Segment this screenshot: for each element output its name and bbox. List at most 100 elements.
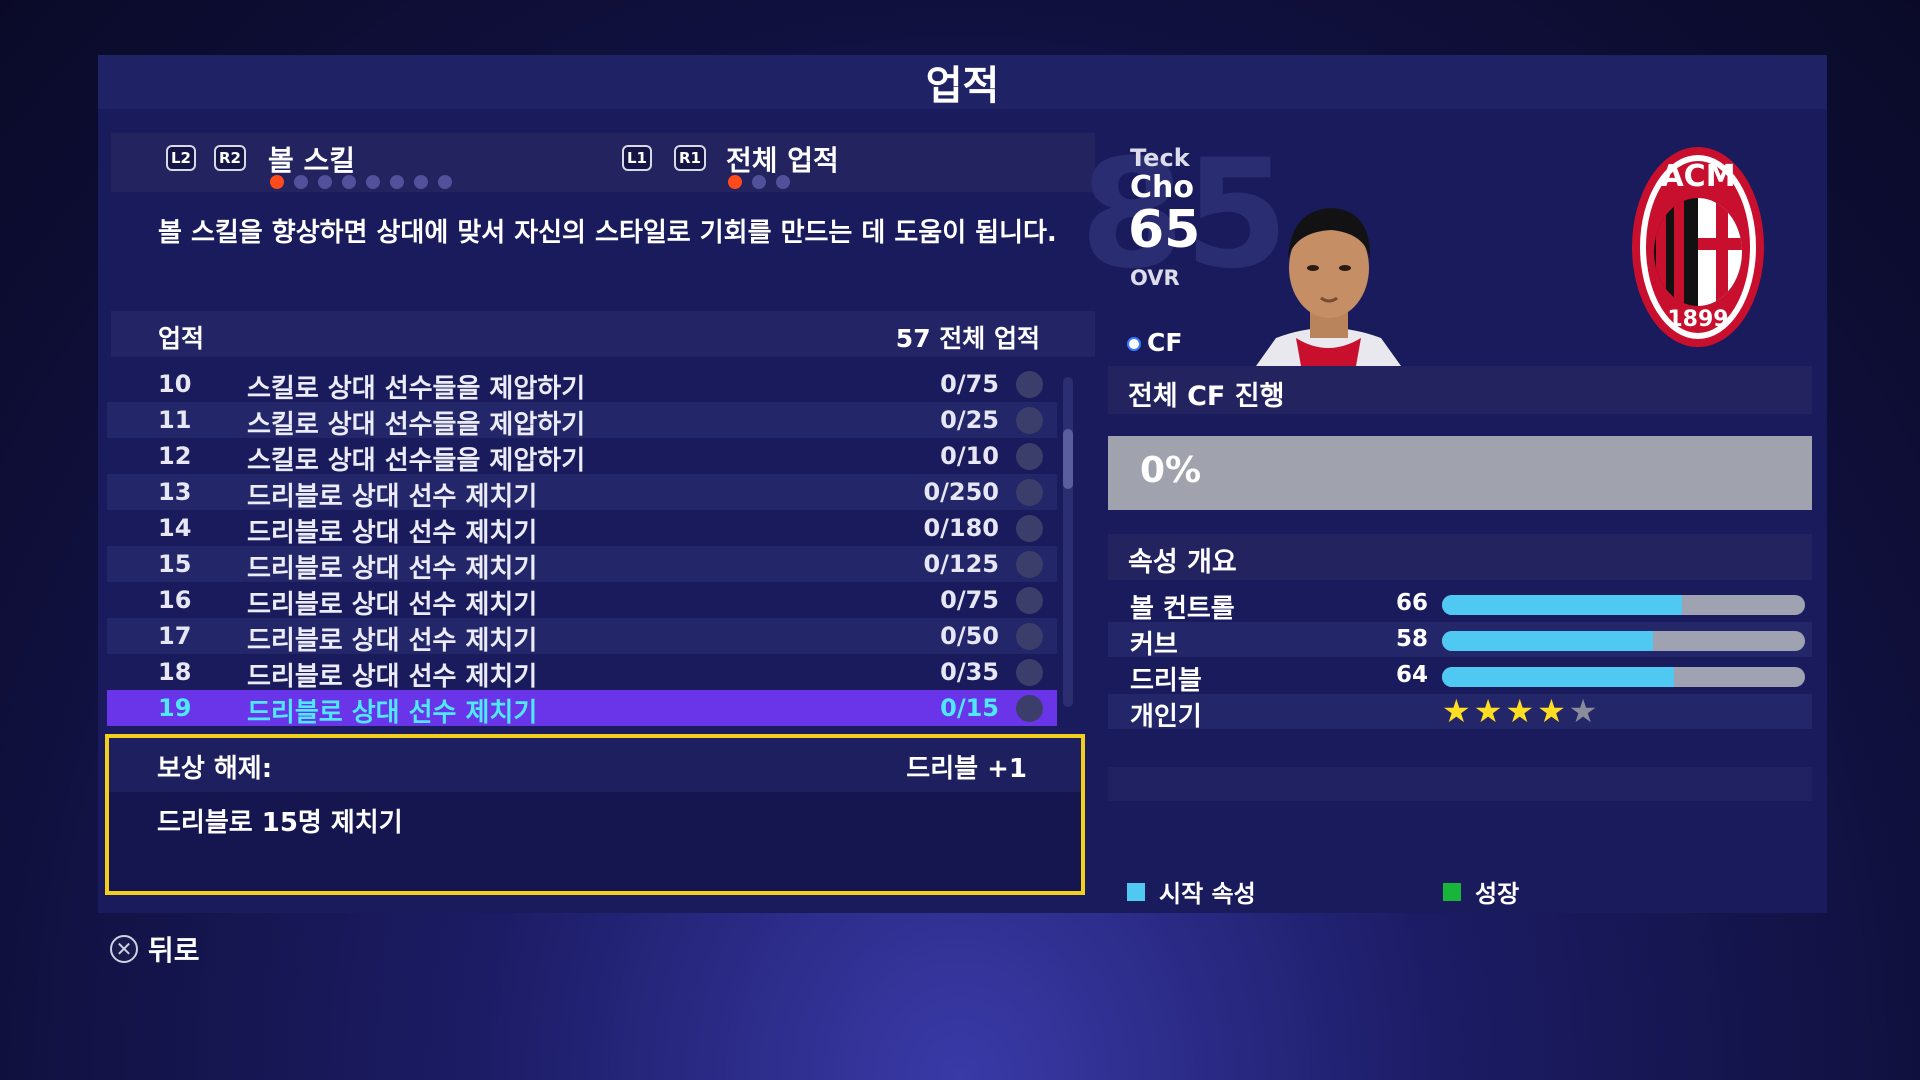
list-scrollbar[interactable]	[1063, 377, 1073, 707]
attribute-name: 드리블	[1130, 666, 1202, 696]
page-title: 업적	[925, 63, 1000, 109]
completion-indicator-icon	[1016, 371, 1043, 398]
achievement-name: 드리블로 상대 선수 제치기	[247, 554, 538, 584]
achievement-number: 13	[158, 478, 192, 506]
attribute-bar	[1442, 631, 1805, 651]
category-description: 볼 스킬을 향상하면 상대에 맞서 자신의 스타일로 기회를 만드는 데 도움이…	[158, 218, 1057, 248]
achievement-progress: 0/15	[940, 694, 999, 722]
ovr-label: OVR	[1130, 266, 1180, 290]
achievement-list: 10 스킬로 상대 선수들을 제압하기 0/75 11 스킬로 상대 선수들을 제압하기…	[107, 366, 1057, 728]
completion-indicator-icon	[1016, 587, 1043, 614]
popularity-row: 개인기 ★ ★ ★ ★ ★	[1108, 694, 1812, 732]
growth-swatch	[1443, 882, 1461, 901]
progress-section-header: 전체 CF 진행	[1108, 366, 1812, 414]
tab-all-achievements[interactable]: 전체 업적	[726, 139, 839, 179]
achievement-name: 스킬로 상대 선수들을 제압하기	[247, 374, 586, 404]
attribute-value: 64	[1396, 662, 1429, 688]
popularity-stars: ★ ★ ★ ★ ★	[1442, 695, 1597, 727]
achievement-row[interactable]: 17 드리블로 상대 선수 제치기 0/50	[107, 618, 1057, 656]
achievement-progress: 0/25	[940, 406, 999, 434]
completion-indicator-icon	[1016, 659, 1043, 686]
reward-label: 보상 해제:	[157, 754, 273, 784]
page-dot-icon	[342, 175, 356, 189]
achievement-progress: 0/10	[940, 442, 999, 470]
star-icon: ★	[1568, 692, 1598, 730]
r1-button-icon[interactable]: R1	[674, 145, 706, 171]
player-ovr: 65	[1128, 200, 1201, 260]
progress-title: 전체 CF 진행	[1128, 381, 1285, 412]
completion-indicator-icon	[1016, 443, 1043, 470]
achievement-name: 드리블로 상대 선수 제치기	[247, 590, 538, 620]
achievement-row[interactable]: 14 드리블로 상대 선수 제치기 0/180	[107, 510, 1057, 548]
achievement-row[interactable]: 10 스킬로 상대 선수들을 제압하기 0/75	[107, 366, 1057, 404]
tab-ball-skills[interactable]: 볼 스킬	[268, 139, 355, 179]
attribute-bar	[1442, 667, 1805, 687]
legend-start-attributes: 시작 속성	[1127, 874, 1256, 909]
attribute-value: 58	[1396, 626, 1429, 652]
achievement-name: 스킬로 상대 선수들을 제압하기	[247, 410, 586, 440]
attribute-row: 드리블 64	[1108, 658, 1812, 696]
attribute-row: 커브 58	[1108, 622, 1812, 660]
completion-indicator-icon	[1016, 515, 1043, 542]
player-position: CF	[1147, 328, 1183, 357]
attribute-row: 볼 컨트롤 66	[1108, 586, 1812, 624]
page-dot-icon	[318, 175, 332, 189]
completion-indicator-icon	[1016, 695, 1043, 722]
achievement-progress: 0/75	[940, 586, 999, 614]
legend-growth: 성장	[1443, 874, 1519, 909]
achievement-number: 19	[158, 694, 192, 722]
achievement-row[interactable]: 13 드리블로 상대 선수 제치기 0/250	[107, 474, 1057, 512]
achievement-name: 드리블로 상대 선수 제치기	[247, 626, 538, 656]
page-dot-icon	[390, 175, 404, 189]
reward-description: 드리블로 15명 제치기	[157, 808, 403, 838]
club-badge-year: 1899	[1667, 307, 1728, 332]
achievement-number: 17	[158, 622, 192, 650]
club-badge-letters: ACM	[1660, 159, 1735, 194]
page-dot-icon	[294, 175, 308, 189]
attribute-bar-fill	[1442, 595, 1682, 615]
star-icon: ★	[1537, 692, 1566, 730]
achievement-number: 10	[158, 370, 192, 398]
achievement-progress: 0/250	[923, 478, 999, 506]
attribute-name: 커브	[1130, 630, 1178, 660]
category-tabs: L2 R2 볼 스킬 L1 R1 전체 업적	[111, 133, 1095, 192]
cross-button-icon[interactable]: ✕	[110, 935, 138, 963]
l1-button-icon[interactable]: L1	[622, 145, 652, 171]
page-dot-icon	[414, 175, 428, 189]
page-dot-icon	[776, 175, 790, 189]
achievement-name: 드리블로 상대 선수 제치기	[247, 482, 538, 512]
attribute-bar-fill	[1442, 631, 1653, 651]
star-icon: ★	[1505, 692, 1535, 730]
attributes-section-header: 속성 개요	[1108, 534, 1812, 580]
attributes-title: 속성 개요	[1128, 547, 1237, 578]
achievement-row[interactable]: 12 스킬로 상대 선수들을 제압하기 0/10	[107, 438, 1057, 476]
scrollbar-thumb[interactable]	[1063, 429, 1073, 489]
back-button[interactable]: ✕ 뒤로	[110, 929, 200, 969]
page-dot-icon	[728, 175, 742, 189]
achievement-row[interactable]: 18 드리블로 상대 선수 제치기 0/35	[107, 654, 1057, 692]
achievement-name: 드리블로 상대 선수 제치기	[247, 698, 538, 728]
player-portrait	[1256, 208, 1401, 366]
star-icon: ★	[1442, 692, 1471, 730]
title-bar: 업적	[98, 55, 1827, 109]
reward-value: 드리블 +1	[906, 754, 1027, 784]
achievement-row[interactable]: 16 드리블로 상대 선수 제치기 0/75	[107, 582, 1057, 620]
attribute-name: 볼 컨트롤	[1130, 594, 1235, 624]
legend-start-label: 시작 속성	[1159, 880, 1256, 908]
achievement-number: 18	[158, 658, 192, 686]
attribute-bar	[1442, 595, 1805, 615]
r2-button-icon[interactable]: R2	[214, 145, 246, 171]
achievement-row[interactable]: 19 드리블로 상대 선수 제치기 0/15	[107, 690, 1057, 728]
achievement-row[interactable]: 15 드리블로 상대 선수 제치기 0/125	[107, 546, 1057, 584]
completion-indicator-icon	[1016, 479, 1043, 506]
l2-button-icon[interactable]: L2	[166, 145, 196, 171]
page-dot-icon	[752, 175, 766, 189]
achievement-number: 14	[158, 514, 192, 542]
completion-indicator-icon	[1016, 551, 1043, 578]
club-badge-logo: ACM 1899	[1632, 147, 1764, 347]
reward-panel: 보상 해제: 드리블 +1 드리블로 15명 제치기	[105, 734, 1085, 895]
page-dot-icon	[438, 175, 452, 189]
back-label: 뒤로	[148, 934, 200, 967]
category-page-dots	[270, 175, 452, 189]
achievement-row[interactable]: 11 스킬로 상대 선수들을 제압하기 0/25	[107, 402, 1057, 440]
